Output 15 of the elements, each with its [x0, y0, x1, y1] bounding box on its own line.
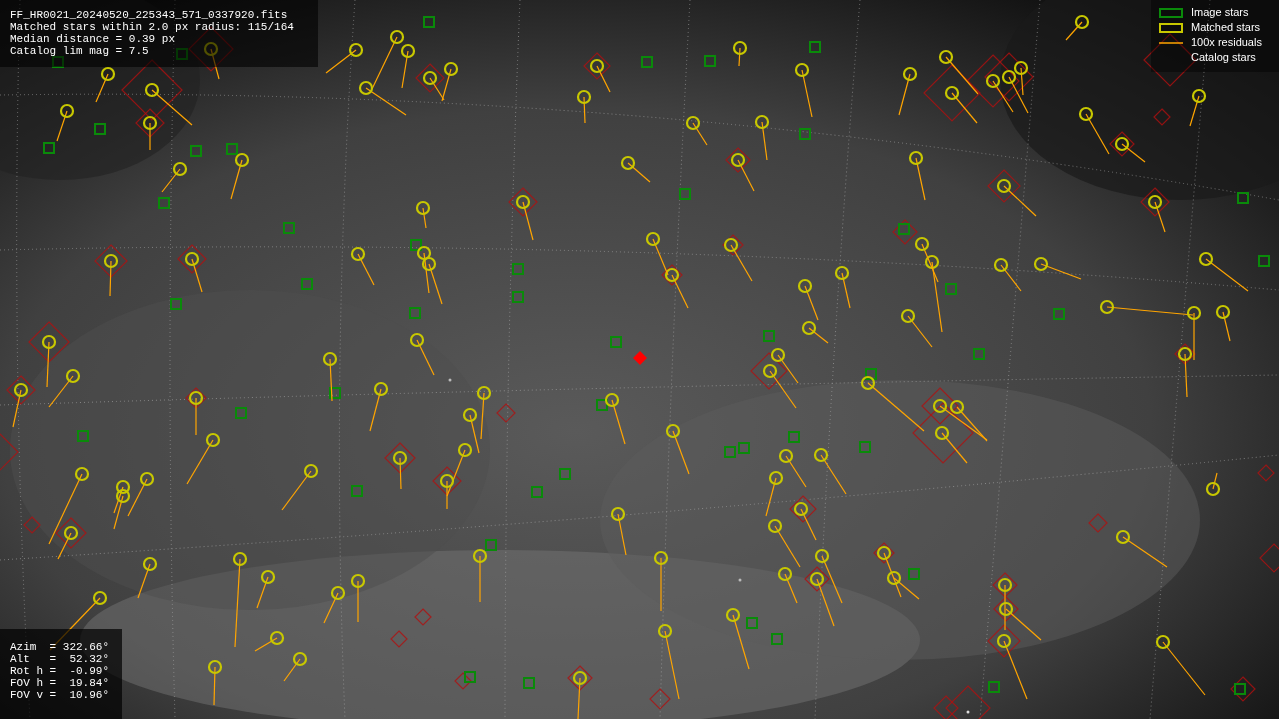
pointing-line: FOV h = 19.84° — [10, 677, 111, 689]
matched-star-swatch-icon — [1159, 22, 1183, 33]
legend-label: Matched stars — [1191, 20, 1261, 36]
info-line: Matched stars within 2.0 px radius: 115/164 — [10, 21, 295, 33]
pointing-line: Azim = 322.66° — [10, 641, 111, 653]
pointing-line: FOV v = 10.96° — [10, 689, 111, 701]
legend-label: Image stars — [1191, 5, 1249, 21]
info-line: Catalog lim mag = 7.5 — [10, 45, 150, 57]
info-line: FF_HR0021_20240520_225343_571_0337920.fits — [10, 9, 289, 21]
legend-label: 100x residuals — [1191, 35, 1262, 51]
info-line: Median distance = 0.39 px — [10, 33, 177, 45]
pointing-line: Rot h = -0.99° — [10, 665, 111, 677]
image-star-swatch-icon — [1159, 7, 1183, 18]
legend-label: Catalog stars — [1191, 50, 1256, 66]
pointing-line: Alt = 52.32° — [10, 653, 111, 665]
